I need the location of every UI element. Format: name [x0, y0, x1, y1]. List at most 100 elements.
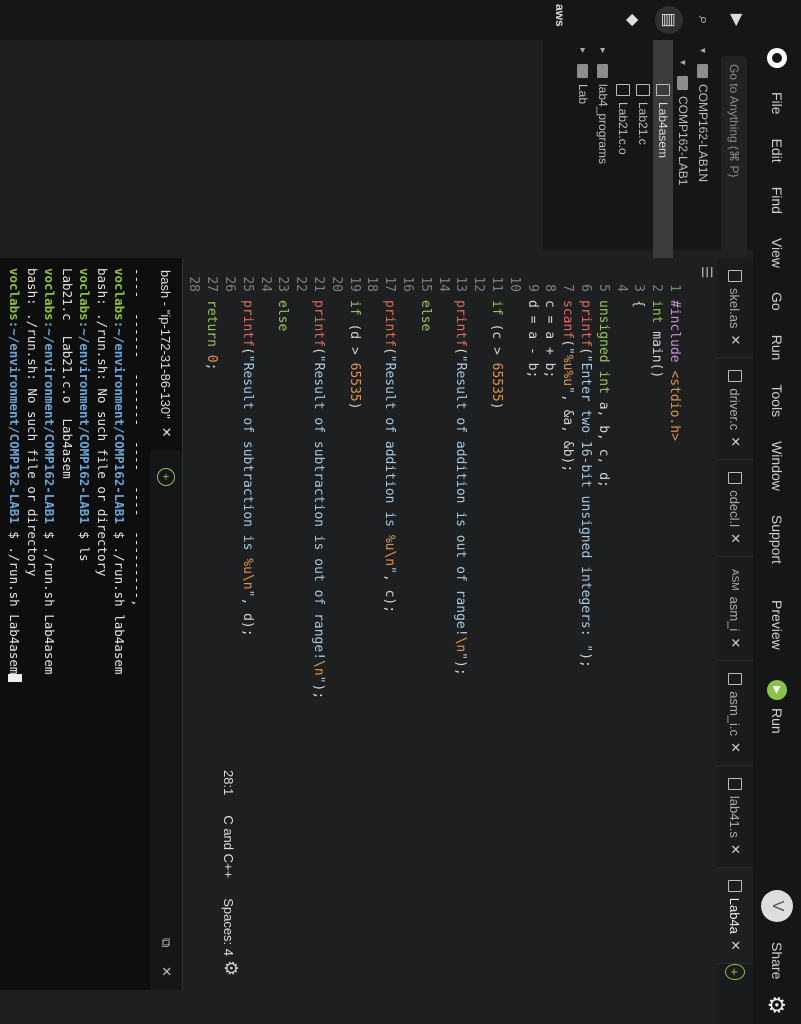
- terminal-line: voclabs:~/environment/COMP162-LAB1 $ ./r…: [6, 268, 24, 683]
- code-line: printf("Result of addition is %u\n", c);: [382, 300, 398, 614]
- collapse-arrow-icon[interactable]: ▶: [723, 6, 751, 34]
- status-bar: 28:1 C and C++ Spaces: 4: [217, 770, 241, 956]
- tab-asm-i-c[interactable]: asm_i.c ✕: [717, 661, 753, 766]
- file-icon: [616, 84, 630, 96]
- search-icon[interactable]: ⌕: [689, 6, 717, 34]
- code-line: else: [417, 300, 433, 332]
- menu-window[interactable]: Window: [769, 441, 785, 491]
- terminal-text: $ ls: [77, 523, 93, 562]
- new-terminal-plus-icon[interactable]: +: [157, 467, 175, 486]
- code-content[interactable]: #include <stdio.h> int main(){unsigned in…: [167, 300, 683, 699]
- cursor-position[interactable]: 28:1: [222, 770, 237, 795]
- tab-lab41[interactable]: lab41.s ✕: [717, 765, 753, 868]
- close-icon[interactable]: ✕: [727, 533, 743, 544]
- menu-view[interactable]: View: [769, 238, 785, 268]
- source-control-icon[interactable]: ▤: [655, 6, 683, 34]
- language-mode[interactable]: C and C++: [222, 815, 237, 878]
- indent-setting[interactable]: Spaces: 4: [222, 898, 237, 956]
- menu-file[interactable]: File: [769, 92, 785, 115]
- line-number: 2: [649, 284, 665, 292]
- share-button[interactable]: Share: [769, 942, 785, 979]
- menu-go[interactable]: Go: [769, 292, 785, 311]
- terminal-panel[interactable]: bash - "ip-172-31-86-130" ✕ + ⧉ ✕ ---- --…: [0, 258, 183, 990]
- tree-item[interactable]: ▸ lab4_programs: [593, 48, 613, 164]
- terminal-line: voclabs:~/environment/COMP162-LAB1 $ ls: [76, 268, 94, 682]
- folder-icon: [697, 64, 709, 78]
- terminal-line: voclabs:~/environment/COMP162-LAB1 $ ./r…: [111, 268, 129, 682]
- tab-asm-i[interactable]: ASM asm_i ✕: [717, 556, 753, 662]
- menu-edit[interactable]: Edit: [769, 139, 785, 163]
- close-icon[interactable]: ✕: [727, 742, 743, 753]
- line-number: 13: [453, 276, 469, 292]
- file-icon: [728, 270, 742, 282]
- git-diamond-icon[interactable]: ◆: [619, 6, 647, 34]
- line-number: 7: [560, 284, 576, 292]
- line-number: 22: [293, 276, 309, 292]
- line-number: 25: [239, 276, 255, 292]
- line-number: 24: [257, 276, 273, 292]
- run-button[interactable]: ▶ Run: [767, 680, 787, 734]
- preview-button[interactable]: Preview: [769, 600, 785, 650]
- prompt-user: voclabs: [42, 268, 58, 321]
- maximize-panel-icon[interactable]: ⧉: [158, 938, 174, 947]
- code-line: d = a - b;: [524, 300, 540, 379]
- menu-find[interactable]: Find: [769, 187, 785, 214]
- code-line: {: [631, 300, 647, 308]
- editor-settings-gear-icon[interactable]: ⚙: [220, 960, 241, 976]
- terminal-line: bash: ./run.sh: No such file or director…: [94, 268, 112, 682]
- aws-logo[interactable]: aws: [553, 4, 567, 27]
- close-icon[interactable]: ✕: [727, 334, 743, 345]
- line-number: 15: [417, 276, 433, 292]
- close-panel-icon[interactable]: ✕: [158, 966, 174, 977]
- tab-cdecl[interactable]: cdecl.l ✕: [717, 460, 753, 557]
- tree-item-selected[interactable]: Lab4asem: [653, 40, 673, 280]
- terminal-tab[interactable]: bash - "ip-172-31-86-130" ✕: [150, 258, 182, 450]
- close-icon[interactable]: ✕: [727, 940, 743, 951]
- play-icon: ▶: [767, 680, 787, 700]
- menu-tools[interactable]: Tools: [769, 384, 785, 417]
- prompt-path: :~/environment/COMP162-LAB1: [42, 320, 58, 524]
- menu-support[interactable]: Support: [769, 515, 785, 564]
- terminal-line: voclabs:~/environment/COMP162-LAB1 $ ./r…: [41, 268, 59, 682]
- new-tab-plus-icon[interactable]: +: [725, 963, 745, 980]
- terminal-tab-bar: bash - "ip-172-31-86-130" ✕ + ⧉ ✕: [150, 258, 182, 990]
- tree-item[interactable]: Lab21.c: [633, 84, 653, 145]
- menu-run[interactable]: Run: [769, 335, 785, 361]
- tree-item[interactable]: ▾ COMP162-LAB1: [673, 60, 693, 185]
- chevron-right-icon: ▸: [577, 48, 589, 54]
- tab-driver[interactable]: driver.c ✕: [717, 358, 753, 461]
- line-number: 26: [222, 276, 238, 292]
- prompt-user: voclabs: [7, 268, 23, 321]
- menu-hamburger-icon[interactable]: ☰: [698, 266, 715, 279]
- tree-item[interactable]: ▸ Lab: [573, 48, 593, 104]
- settings-gear-icon[interactable]: ⚙: [763, 995, 789, 1015]
- folder-icon: [677, 76, 689, 90]
- file-icon: [728, 777, 742, 790]
- code-editor[interactable]: ☰ 1 2 3 4 5 6 7 8 9 10 11 12 13 14 15 16 17 18 19 20 21 22 23 2…: [169, 258, 717, 1024]
- tab-lab4a-active[interactable]: Lab4a ✕: [717, 867, 753, 964]
- line-number: 27: [204, 276, 220, 292]
- prompt-path: :~/environment/COMP162-LAB1: [112, 320, 128, 524]
- close-icon[interactable]: ✕: [727, 844, 743, 855]
- terminal-output[interactable]: ---- ------ ------- ---- ---- ---------,…: [6, 268, 146, 683]
- close-icon[interactable]: ✕: [727, 637, 743, 648]
- tree-item[interactable]: Lab21.c.o: [613, 84, 633, 155]
- code-line: if (d > 65535): [346, 300, 362, 410]
- file-icon: [636, 84, 650, 96]
- terminal-cursor: [8, 674, 23, 683]
- close-icon[interactable]: ✕: [727, 436, 743, 447]
- chevron-down-icon: ▾: [677, 60, 689, 66]
- line-number: 14: [435, 276, 451, 292]
- tree-item[interactable]: ▾ COMP162-LAB1N: [693, 48, 713, 182]
- line-number: 19: [346, 276, 362, 292]
- avatar[interactable]: V: [761, 890, 793, 922]
- goto-anything-input[interactable]: Go to Anything (⌘ P): [721, 56, 747, 260]
- tab-skel[interactable]: skel.as ✕: [717, 258, 753, 359]
- close-icon[interactable]: ✕: [158, 427, 174, 438]
